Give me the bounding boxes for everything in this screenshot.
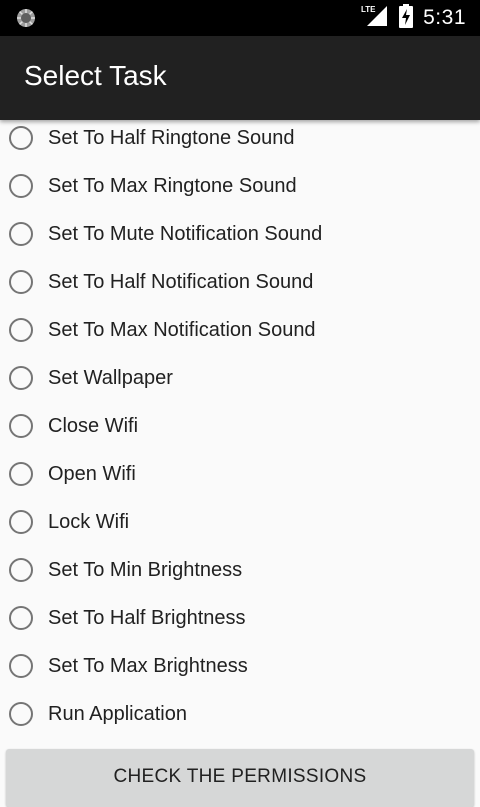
page-title: Select Task [24, 60, 167, 91]
task-label: Set To Mute Notification Sound [48, 223, 323, 245]
task-option[interactable]: Set To Mute Notification Sound [0, 212, 480, 260]
task-option[interactable]: Set To Max Brightness [0, 644, 480, 692]
radio-button[interactable] [9, 270, 33, 294]
task-option[interactable]: Set Wallpaper [0, 356, 480, 404]
radio-button[interactable] [9, 366, 33, 390]
radio-button[interactable] [9, 510, 33, 534]
task-label: Open Wifi [48, 463, 136, 485]
task-label: Set To Half Brightness [48, 607, 246, 629]
task-label: Set To Min Brightness [48, 559, 243, 581]
radio-button[interactable] [9, 606, 33, 630]
task-label: Set To Max Brightness [48, 655, 248, 677]
task-option[interactable]: Open Wifi [0, 452, 480, 500]
task-option[interactable]: Set To Half Notification Sound [0, 260, 480, 308]
app-bar: Select Task [0, 36, 480, 120]
task-option[interactable]: Close Wifi [0, 404, 480, 452]
status-bar: LTE 5:31 [0, 0, 480, 36]
status-time: 5:31 [423, 6, 466, 29]
radio-button[interactable] [9, 318, 33, 342]
radio-button[interactable] [9, 222, 33, 246]
task-option[interactable]: Set To Max Notification Sound [0, 308, 480, 356]
battery-charging-icon [399, 3, 414, 33]
task-label: Set To Max Ringtone Sound [48, 175, 297, 197]
task-option[interactable]: Set To Half Brightness [0, 596, 480, 644]
notification-spinner-icon [16, 8, 36, 28]
radio-button[interactable] [9, 174, 33, 198]
network-type-label: LTE [361, 5, 376, 14]
task-option[interactable]: Set To Max Ringtone Sound [0, 164, 480, 212]
radio-button[interactable] [9, 558, 33, 582]
task-list: Set To Half Ringtone Sound Set To Max Ri… [0, 116, 480, 740]
radio-button[interactable] [9, 462, 33, 486]
check-permissions-button[interactable]: CHECK THE PERMISSIONS [6, 749, 474, 807]
task-label: Lock Wifi [48, 511, 130, 533]
radio-button[interactable] [9, 414, 33, 438]
task-label: Set Wallpaper [48, 367, 173, 389]
task-label: Run Application [48, 703, 187, 725]
radio-button[interactable] [9, 654, 33, 678]
task-option[interactable]: Set To Half Ringtone Sound [0, 116, 480, 164]
task-label: Set To Half Ringtone Sound [48, 127, 295, 149]
radio-button[interactable] [9, 702, 33, 726]
task-option[interactable]: Set To Min Brightness [0, 548, 480, 596]
lte-signal-icon: LTE [361, 4, 389, 33]
task-label: Set To Half Notification Sound [48, 271, 314, 293]
task-label: Set To Max Notification Sound [48, 319, 316, 341]
task-label: Close Wifi [48, 415, 139, 437]
radio-button[interactable] [9, 126, 33, 150]
task-option[interactable]: Run Application [0, 692, 480, 740]
task-option[interactable]: Lock Wifi [0, 500, 480, 548]
